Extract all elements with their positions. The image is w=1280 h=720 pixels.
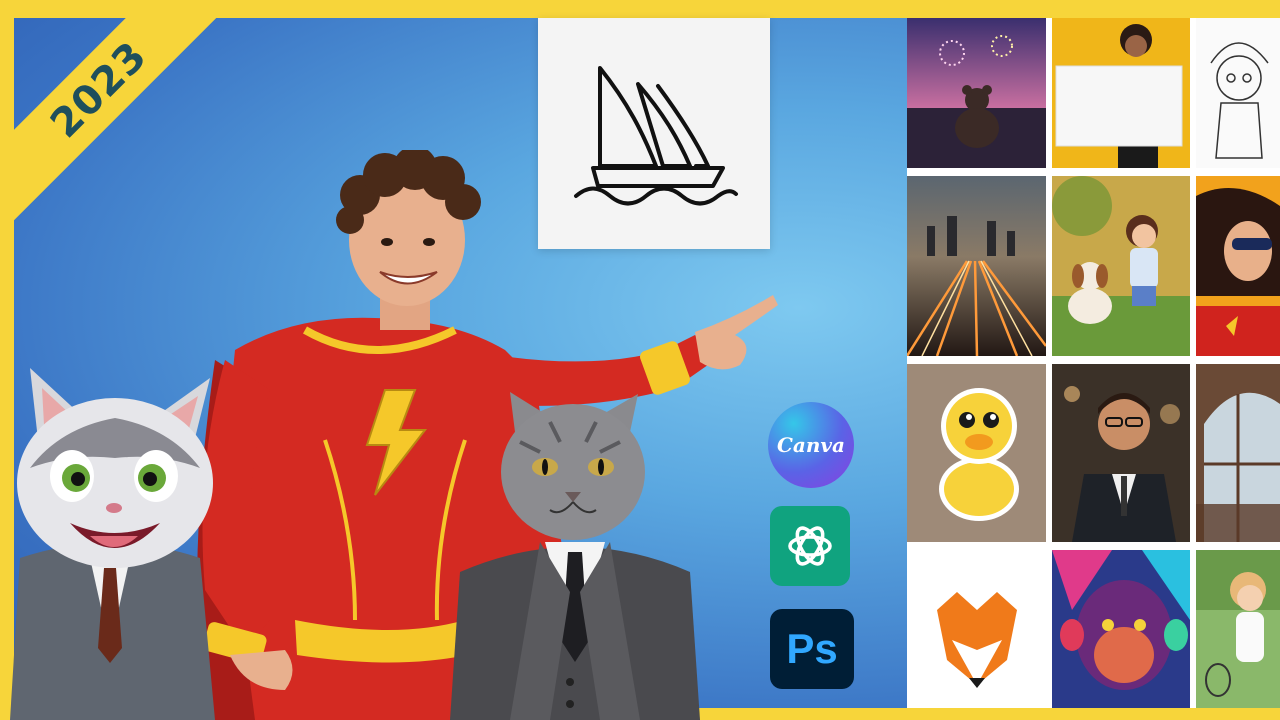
comic-woman-sunglasses-image [1196,176,1280,356]
girl-coloring-page-image [1196,18,1280,168]
gray-cat-in-suit [450,392,700,720]
girl-walking-dog-cartoon-image [1052,176,1190,356]
arched-window-interior-image [1196,364,1280,542]
fox-logo-image [907,550,1046,708]
year-badge-text: 2023 [41,32,157,148]
cartoon-cat-in-suit [0,358,230,720]
colorful-chimpanzee-image [1052,550,1190,708]
teddy-bear-fireworks-image [907,18,1046,168]
girl-tennis-cartoon-image [1196,550,1280,708]
duckling-sticker-image [907,364,1046,542]
smiling-businessman-portrait-image [1052,364,1190,542]
woman-holding-blank-sign-image [1052,18,1190,168]
city-highway-light-trails-image [907,176,1046,356]
year-corner-ribbon: 2023 [14,18,274,278]
